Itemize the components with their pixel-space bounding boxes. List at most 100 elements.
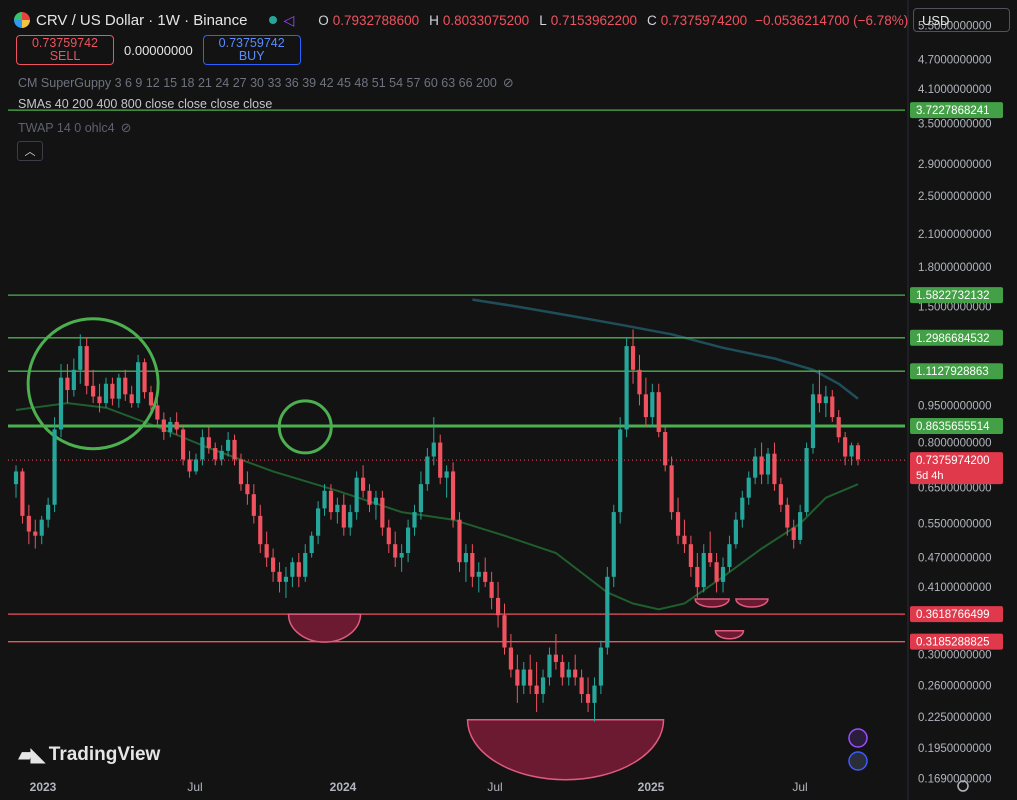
- candle-body: [547, 654, 552, 678]
- candle-body: [155, 405, 160, 420]
- indicator-twap[interactable]: TWAP 14 0 ohlc4 ⊘: [18, 120, 131, 136]
- candle-body: [142, 362, 147, 393]
- candle-body: [136, 362, 141, 404]
- x-tick-label: 2023: [30, 780, 57, 794]
- market-open-icon: [269, 16, 278, 24]
- collapse-legend-button[interactable]: ︿: [17, 141, 43, 161]
- crv-logo-icon: [14, 12, 30, 28]
- y-tick-label: 4.1000000000: [918, 84, 992, 96]
- candle-body: [168, 421, 173, 433]
- candle-body: [675, 512, 681, 536]
- close-key: C: [647, 12, 657, 28]
- candle-body: [508, 647, 514, 670]
- candle-body: [328, 490, 334, 513]
- candle-body: [637, 369, 642, 395]
- indicator-guppy[interactable]: CM SuperGuppy 3 6 9 12 15 18 21 24 27 30…: [18, 75, 514, 91]
- candle-body: [817, 394, 822, 404]
- candle-body: [566, 669, 571, 678]
- candle-body: [643, 394, 648, 418]
- candle-body: [746, 477, 751, 498]
- replay-icon[interactable]: ◁: [283, 12, 294, 29]
- candle-body: [123, 377, 128, 395]
- candle-body: [701, 553, 706, 588]
- y-tick-label: 2.1000000000: [918, 229, 992, 241]
- candle-body: [611, 512, 616, 577]
- candle-body: [271, 557, 276, 572]
- candle-body: [290, 562, 295, 577]
- candle-body: [656, 392, 661, 433]
- candle-body: [778, 484, 783, 505]
- level-badge-2: 1.2986684532: [916, 333, 990, 345]
- candle-body: [341, 504, 346, 528]
- candle-body: [521, 669, 526, 686]
- candle-body: [303, 553, 308, 577]
- y-tick-label: 0.2600000000: [918, 681, 992, 693]
- sell-button[interactable]: 0.73759742 SELL: [16, 35, 114, 65]
- indicator-smas[interactable]: SMAs 40 200 400 800 close close close cl…: [18, 97, 272, 111]
- y-tick-label: 2.9000000000: [918, 159, 992, 171]
- alert-bolt-icon: [848, 728, 868, 748]
- candle-body: [720, 566, 726, 582]
- y-tick-label: 0.5500000000: [918, 519, 992, 531]
- candle-body: [187, 459, 192, 472]
- y-tick-label: 0.3000000000: [918, 650, 992, 662]
- candle-body: [759, 456, 764, 475]
- x-tick-label: 2024: [330, 780, 357, 794]
- candle-body: [264, 544, 269, 558]
- candle-body: [540, 677, 546, 695]
- candle-body: [688, 544, 693, 567]
- chevron-up-icon: ︿: [24, 146, 36, 158]
- candle-body: [232, 439, 237, 460]
- candle-body: [560, 661, 565, 678]
- candle-body: [753, 456, 758, 478]
- candle-body: [97, 396, 102, 404]
- candle-body: [52, 429, 57, 505]
- candle-body: [103, 383, 109, 404]
- candle-body: [476, 571, 481, 577]
- candle-body: [20, 471, 25, 516]
- level-badge-4: 0.8635655514: [916, 421, 990, 433]
- last-price-badge: 0.7375974200: [916, 455, 990, 467]
- candle-body: [206, 437, 211, 449]
- price-axis[interactable]: 5.50000000004.70000000004.10000000003.50…: [907, 0, 1003, 800]
- candle-body: [181, 429, 186, 460]
- currency-select[interactable]: USD: [913, 8, 1010, 32]
- candle-body: [624, 346, 629, 430]
- buy-label: BUY: [238, 49, 265, 63]
- y-tick-label: 4.7000000000: [918, 55, 992, 67]
- y-tick-label: 0.6500000000: [918, 482, 992, 494]
- candle-body: [470, 553, 475, 577]
- y-tick-label: 0.1690000000: [918, 774, 992, 786]
- candle-body: [238, 459, 244, 485]
- tradingview-logo-icon: ▰◣: [18, 744, 46, 766]
- eye-hidden-icon[interactable]: ⊘: [503, 75, 514, 91]
- candle-body: [335, 504, 340, 513]
- candle-body: [283, 576, 289, 582]
- candle-body: [855, 445, 861, 460]
- candle-body: [425, 456, 430, 485]
- level-badge-6: 0.3185288825: [916, 637, 990, 649]
- candle-body: [213, 448, 218, 460]
- candle-body: [650, 392, 655, 418]
- candle-body: [84, 346, 89, 386]
- symbol-title[interactable]: CRV / US Dollar · 1W · Binance: [36, 12, 247, 29]
- candle-body: [823, 396, 828, 404]
- candle-body: [412, 512, 417, 528]
- candle-body: [605, 576, 610, 648]
- candle-body: [91, 385, 96, 397]
- candle-body: [373, 497, 379, 505]
- candle-body: [360, 477, 366, 491]
- price-chart[interactable]: 5.50000000004.70000000004.10000000003.50…: [0, 0, 1017, 800]
- level-badge-1: 1.5822732132: [916, 290, 990, 302]
- brand-label: TradingView: [48, 743, 161, 765]
- candle-body: [630, 346, 636, 370]
- candle-body: [515, 669, 520, 686]
- candle-body: [399, 553, 404, 558]
- candle-body: [405, 527, 411, 554]
- eye-hidden-icon[interactable]: ⊘: [121, 120, 132, 136]
- candle-body: [849, 445, 854, 457]
- buy-button[interactable]: 0.73759742 BUY: [202, 35, 301, 65]
- candle-body: [483, 571, 488, 582]
- indicator-smas-label: SMAs 40 200 400 800 close close close cl…: [18, 97, 273, 111]
- sell-label: SELL: [49, 49, 81, 63]
